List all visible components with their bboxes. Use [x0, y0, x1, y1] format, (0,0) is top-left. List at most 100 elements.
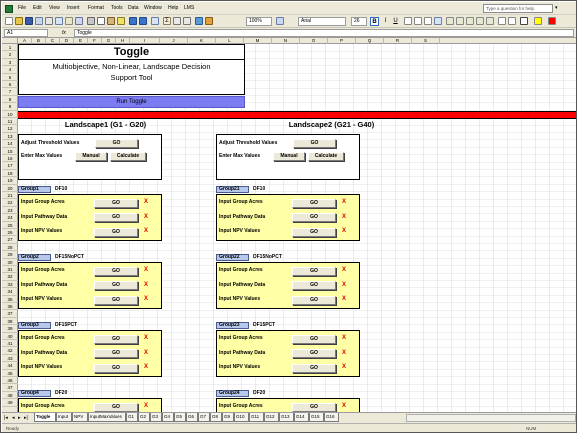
group-go-button[interactable]: GO	[94, 266, 138, 276]
menu-view[interactable]: View	[49, 5, 60, 12]
group-go-button[interactable]: GO	[292, 227, 336, 237]
row-header[interactable]: 35	[2, 296, 18, 303]
group-go-button[interactable]: GO	[94, 281, 138, 290]
row-header[interactable]: 17	[2, 162, 18, 170]
row-header[interactable]: 20	[2, 185, 18, 192]
row-header[interactable]: 31	[2, 266, 18, 274]
group-go-button[interactable]: GO	[292, 213, 336, 222]
calculate-button[interactable]: Calculate	[308, 152, 344, 161]
row-header[interactable]: 7	[2, 88, 18, 96]
group-go-button[interactable]: GO	[94, 402, 138, 412]
group-go-button[interactable]: GO	[94, 334, 138, 344]
row-header[interactable]: 1	[2, 44, 18, 52]
row-header[interactable]: 30	[2, 259, 18, 266]
underline-button[interactable]: U	[391, 17, 400, 26]
font-color-icon[interactable]	[548, 17, 556, 25]
increase-decimal-icon[interactable]	[476, 17, 484, 25]
next-sheet-icon[interactable]: ▸	[18, 415, 21, 422]
row-header[interactable]: 21	[2, 192, 18, 200]
menu-data[interactable]: Data	[128, 5, 139, 12]
row-header[interactable]: 4	[2, 66, 18, 74]
row-header[interactable]: 44	[2, 362, 18, 370]
group-go-button[interactable]: GO	[94, 363, 138, 373]
row-header[interactable]: 29	[2, 251, 18, 259]
row-header[interactable]: 42	[2, 347, 18, 355]
sheet-tab[interactable]: G14	[294, 413, 309, 422]
new-icon[interactable]	[5, 17, 13, 25]
save-icon[interactable]	[25, 17, 33, 25]
sheet-tab[interactable]: G6	[186, 413, 198, 422]
align-center-icon[interactable]	[414, 17, 422, 25]
merge-center-icon[interactable]	[434, 17, 442, 25]
last-sheet-icon[interactable]: ▸|	[24, 415, 28, 422]
group-go-button[interactable]: GO	[292, 281, 336, 290]
increase-indent-icon[interactable]	[508, 17, 516, 25]
select-all-corner[interactable]	[2, 38, 18, 44]
hyperlink-icon[interactable]	[151, 17, 159, 25]
drawing-icon[interactable]	[205, 17, 213, 25]
decrease-indent-icon[interactable]	[498, 17, 506, 25]
format-painter-icon[interactable]	[117, 17, 125, 25]
bold-button[interactable]: B	[370, 17, 379, 26]
font-size-select[interactable]: 26	[351, 17, 367, 26]
help-search-input[interactable]: Type a question for help	[483, 4, 553, 13]
formula-input[interactable]: Toggle	[74, 29, 574, 37]
menu-format[interactable]: Format	[88, 5, 104, 12]
chart-wizard-icon[interactable]	[195, 17, 203, 25]
row-header[interactable]: 5	[2, 74, 18, 81]
row-header[interactable]: 22	[2, 199, 18, 207]
row-header[interactable]: 2	[2, 51, 18, 59]
align-left-icon[interactable]	[404, 17, 412, 25]
menu-insert[interactable]: Insert	[67, 5, 80, 12]
menu-edit[interactable]: Edit	[33, 5, 42, 12]
sheet-tab[interactable]: NPV	[72, 413, 88, 422]
autosum-icon[interactable]: Σ	[163, 17, 171, 25]
group-go-button[interactable]: GO	[292, 402, 336, 412]
row-header[interactable]: 32	[2, 273, 18, 281]
row-header[interactable]: 27	[2, 236, 18, 244]
row-header[interactable]: 41	[2, 340, 18, 348]
print-icon[interactable]	[45, 17, 53, 25]
sheet-tab[interactable]: G12	[264, 413, 279, 422]
sheet-tab[interactable]: G3	[150, 413, 162, 422]
row-header[interactable]: 33	[2, 281, 18, 289]
zoom-select[interactable]: 100%	[246, 17, 272, 26]
percent-icon[interactable]	[456, 17, 464, 25]
row-header[interactable]: 28	[2, 244, 18, 252]
row-header[interactable]: 19	[2, 177, 18, 185]
row-header[interactable]: 45	[2, 370, 18, 377]
group-go-button[interactable]: GO	[94, 349, 138, 358]
menu-tools[interactable]: Tools	[111, 5, 123, 12]
group-go-button[interactable]: GO	[94, 295, 138, 305]
row-header[interactable]: 10	[2, 111, 18, 118]
row-header[interactable]: 46	[2, 377, 18, 385]
italic-button[interactable]: I	[381, 17, 390, 26]
sort-ascending-icon[interactable]	[173, 17, 181, 25]
fx-icon[interactable]: fx	[62, 29, 66, 37]
group-go-button[interactable]: GO	[292, 363, 336, 373]
font-select[interactable]: Arial	[298, 17, 346, 26]
row-header[interactable]: 37	[2, 310, 18, 318]
redo-icon[interactable]	[139, 17, 147, 25]
prev-sheet-icon[interactable]: ◂	[12, 415, 15, 422]
group-go-button[interactable]: GO	[94, 227, 138, 237]
sheet-tab[interactable]: G2	[138, 413, 150, 422]
row-header[interactable]: 13	[2, 133, 18, 141]
group-go-button[interactable]: GO	[292, 198, 336, 208]
row-header[interactable]: 9	[2, 103, 18, 111]
borders-icon[interactable]	[520, 17, 528, 25]
horizontal-scrollbar[interactable]	[406, 414, 576, 422]
row-header[interactable]: 26	[2, 229, 18, 237]
menu-lms[interactable]: LMS	[184, 5, 194, 12]
paste-icon[interactable]	[107, 17, 115, 25]
sheet-tab[interactable]: G10	[234, 413, 249, 422]
copy-icon[interactable]	[97, 17, 105, 25]
run-toggle-button[interactable]: Run Toggle	[18, 96, 245, 108]
sheet-tab[interactable]: G1	[126, 413, 138, 422]
row-header[interactable]: 49	[2, 399, 18, 407]
row-header[interactable]: 34	[2, 288, 18, 296]
row-header[interactable]: 15	[2, 148, 18, 155]
group-go-button[interactable]: GO	[292, 295, 336, 305]
first-sheet-icon[interactable]: |◂	[4, 415, 8, 422]
align-right-icon[interactable]	[424, 17, 432, 25]
